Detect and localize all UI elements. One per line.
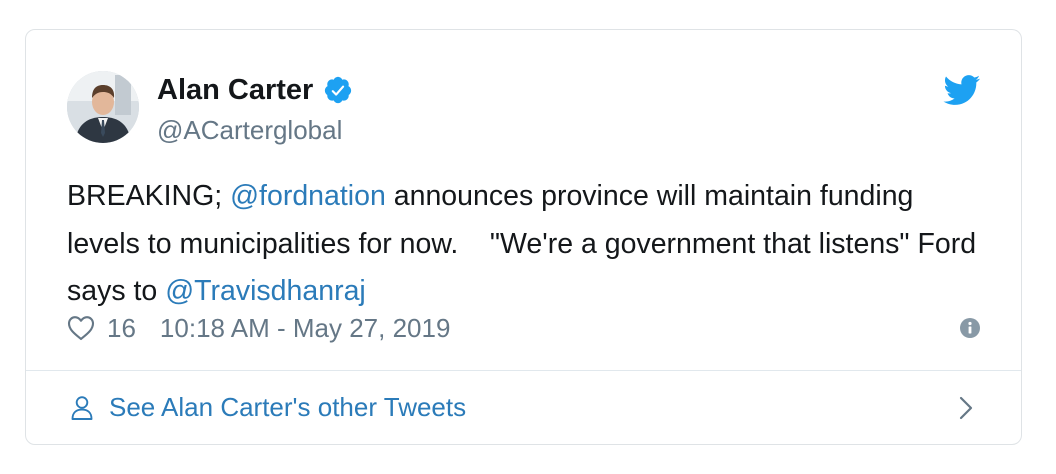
mention-link[interactable]: @fordnation: [230, 180, 386, 212]
tweet-timestamp[interactable]: 10:18 AM - May 27, 2019: [160, 313, 451, 344]
see-other-tweets-link[interactable]: See Alan Carter's other Tweets: [26, 371, 1021, 444]
avatar[interactable]: [67, 71, 139, 143]
author-name-text[interactable]: Alan Carter: [157, 73, 313, 107]
like-count[interactable]: 16: [107, 313, 136, 344]
info-icon[interactable]: [959, 317, 981, 339]
tweet-meta: 16 10:18 AM - May 27, 2019: [67, 310, 981, 346]
twitter-bird-icon[interactable]: [943, 75, 981, 106]
author-name[interactable]: Alan Carter: [157, 73, 353, 107]
person-icon: [71, 395, 93, 420]
author-handle[interactable]: @ACarterglobal: [157, 114, 342, 146]
chevron-right-icon[interactable]: [958, 395, 974, 421]
avatar-image: [67, 71, 139, 143]
embedded-tweet-card: Alan Carter @ACarterglobal BREAKING; @fo…: [25, 29, 1022, 445]
heart-icon[interactable]: [67, 315, 95, 341]
tweet-text: BREAKING; @fordnation announces province…: [67, 173, 987, 316]
tweet-text-segment: BREAKING;: [67, 180, 231, 212]
tweet-body: Alan Carter @ACarterglobal BREAKING; @fo…: [26, 30, 1021, 371]
see-other-tweets-label[interactable]: See Alan Carter's other Tweets: [109, 392, 466, 423]
mention-link[interactable]: @Travisdhanraj: [165, 275, 366, 307]
verified-badge-icon: [323, 75, 353, 105]
